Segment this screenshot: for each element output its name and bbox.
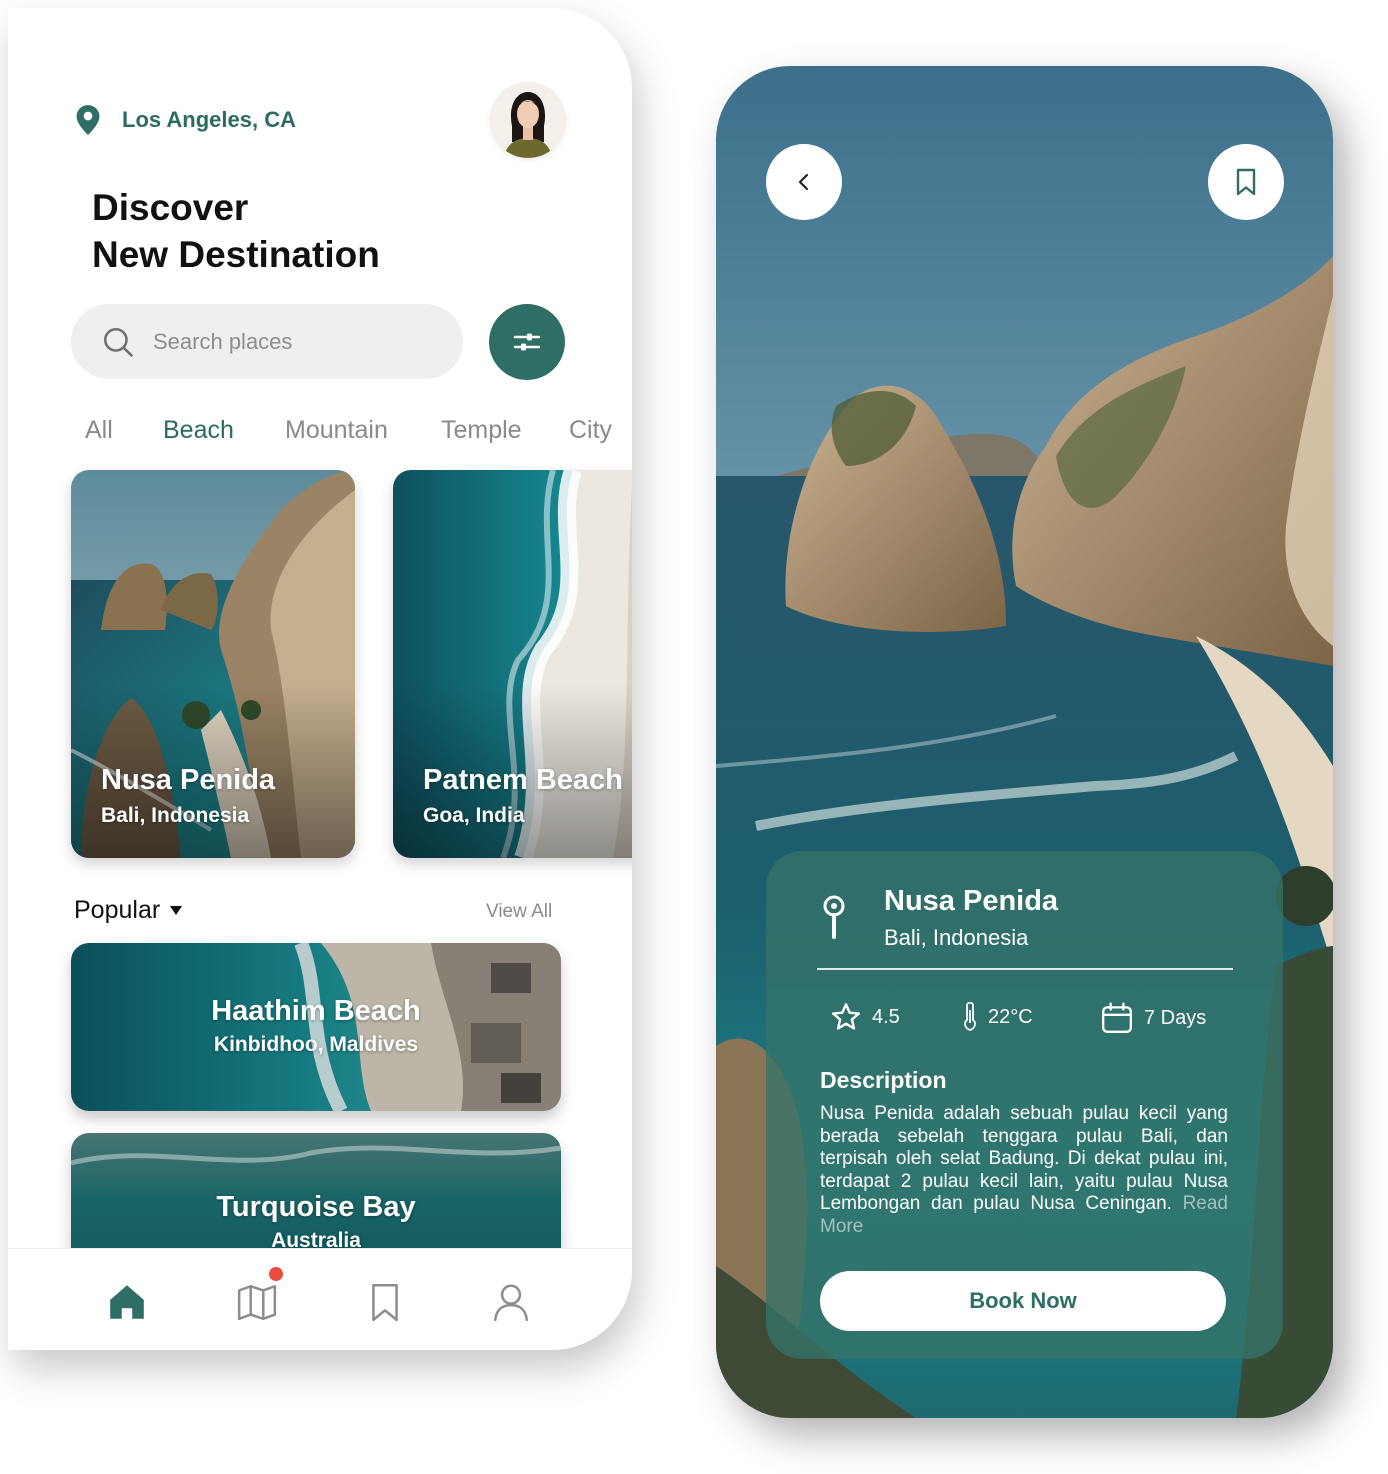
popular-dropdown[interactable]: Popular [74, 896, 183, 925]
nav-home[interactable] [104, 1279, 150, 1325]
title-line-1: Discover [92, 187, 249, 228]
card-location: Kinbidhoo, Maldives [213, 1033, 419, 1056]
card-location: Goa, India [423, 804, 525, 827]
divider [817, 968, 1233, 970]
current-location[interactable]: Los Angeles, CA [74, 104, 296, 136]
profile-icon [493, 1284, 529, 1322]
back-button[interactable] [766, 144, 842, 220]
featured-card-nusa-penida[interactable]: Nusa Penida Bali, Indonesia [71, 470, 355, 858]
nav-bookmarks[interactable] [362, 1279, 408, 1325]
temperature-value: 22°C [988, 1005, 1033, 1028]
destination-photo [71, 470, 355, 858]
avatar-image [490, 82, 566, 158]
bookmark-icon [1236, 168, 1256, 196]
description-text: Nusa Penida adalah sebuah pulau kecil ya… [820, 1103, 1228, 1239]
tab-beach[interactable]: Beach [163, 416, 234, 445]
rating-value: 4.5 [872, 1005, 900, 1028]
search-bar[interactable] [71, 304, 463, 379]
search-icon [103, 327, 133, 357]
calendar-icon [1102, 1002, 1132, 1033]
book-now-button[interactable]: Book Now [820, 1271, 1226, 1331]
avatar[interactable] [490, 82, 566, 158]
caret-down-icon [170, 905, 183, 915]
bottom-navigation [8, 1248, 632, 1350]
home-icon [110, 1285, 144, 1319]
map-icon [237, 1284, 277, 1321]
bookmark-icon [372, 1283, 398, 1322]
destination-info-panel: Nusa Penida Bali, Indonesia 4.5 22°C 7 D… [766, 851, 1283, 1359]
card-title: Haathim Beach [211, 995, 421, 1027]
destination-name: Nusa Penida [884, 885, 1059, 917]
temperature-stat: 22°C [962, 1001, 1033, 1033]
home-screen: Los Angeles, CA Discover New Destination [8, 8, 632, 1350]
featured-card-patnem-beach[interactable]: Patnem Beach Goa, India [393, 470, 632, 858]
chevron-left-icon [798, 173, 809, 191]
tab-city[interactable]: City [569, 416, 612, 445]
filter-button[interactable] [489, 304, 565, 380]
description-heading: Description [820, 1067, 947, 1093]
tab-all[interactable]: All [85, 416, 113, 445]
card-title: Patnem Beach [423, 764, 623, 796]
duration-value: 7 Days [1144, 1006, 1207, 1029]
notification-dot [269, 1267, 283, 1281]
rating-stat: 4.5 [830, 1001, 900, 1033]
destination-location: Bali, Indonesia [884, 925, 1029, 950]
description-body: Nusa Penida adalah sebuah pulau kecil ya… [820, 1103, 1228, 1215]
card-title: Nusa Penida [101, 764, 276, 796]
title-line-2: New Destination [92, 234, 380, 275]
search-input[interactable] [153, 328, 413, 355]
destination-photo [393, 470, 632, 858]
tab-mountain[interactable]: Mountain [285, 416, 388, 445]
view-all-link[interactable]: View All [486, 901, 552, 923]
location-label: Los Angeles, CA [122, 107, 296, 132]
star-icon [832, 1003, 860, 1030]
location-pin-icon [823, 895, 845, 939]
nav-profile[interactable] [488, 1279, 534, 1325]
popular-card-haathim-beach[interactable]: Haathim Beach Kinbidhoo, Maldives [71, 943, 561, 1111]
page-title: Discover New Destination [92, 184, 380, 278]
detail-screen: Nusa Penida Bali, Indonesia 4.5 22°C 7 D… [716, 66, 1333, 1418]
card-title: Turquoise Bay [216, 1191, 416, 1223]
nav-map[interactable] [234, 1279, 280, 1325]
location-pin-icon [76, 105, 100, 135]
duration-stat: 7 Days [1100, 1001, 1206, 1035]
card-location: Bali, Indonesia [101, 804, 250, 827]
sliders-icon [513, 333, 541, 351]
thermometer-icon [964, 1001, 976, 1031]
popular-label: Popular [74, 896, 161, 924]
bookmark-button[interactable] [1208, 144, 1284, 220]
tab-temple[interactable]: Temple [441, 416, 522, 445]
